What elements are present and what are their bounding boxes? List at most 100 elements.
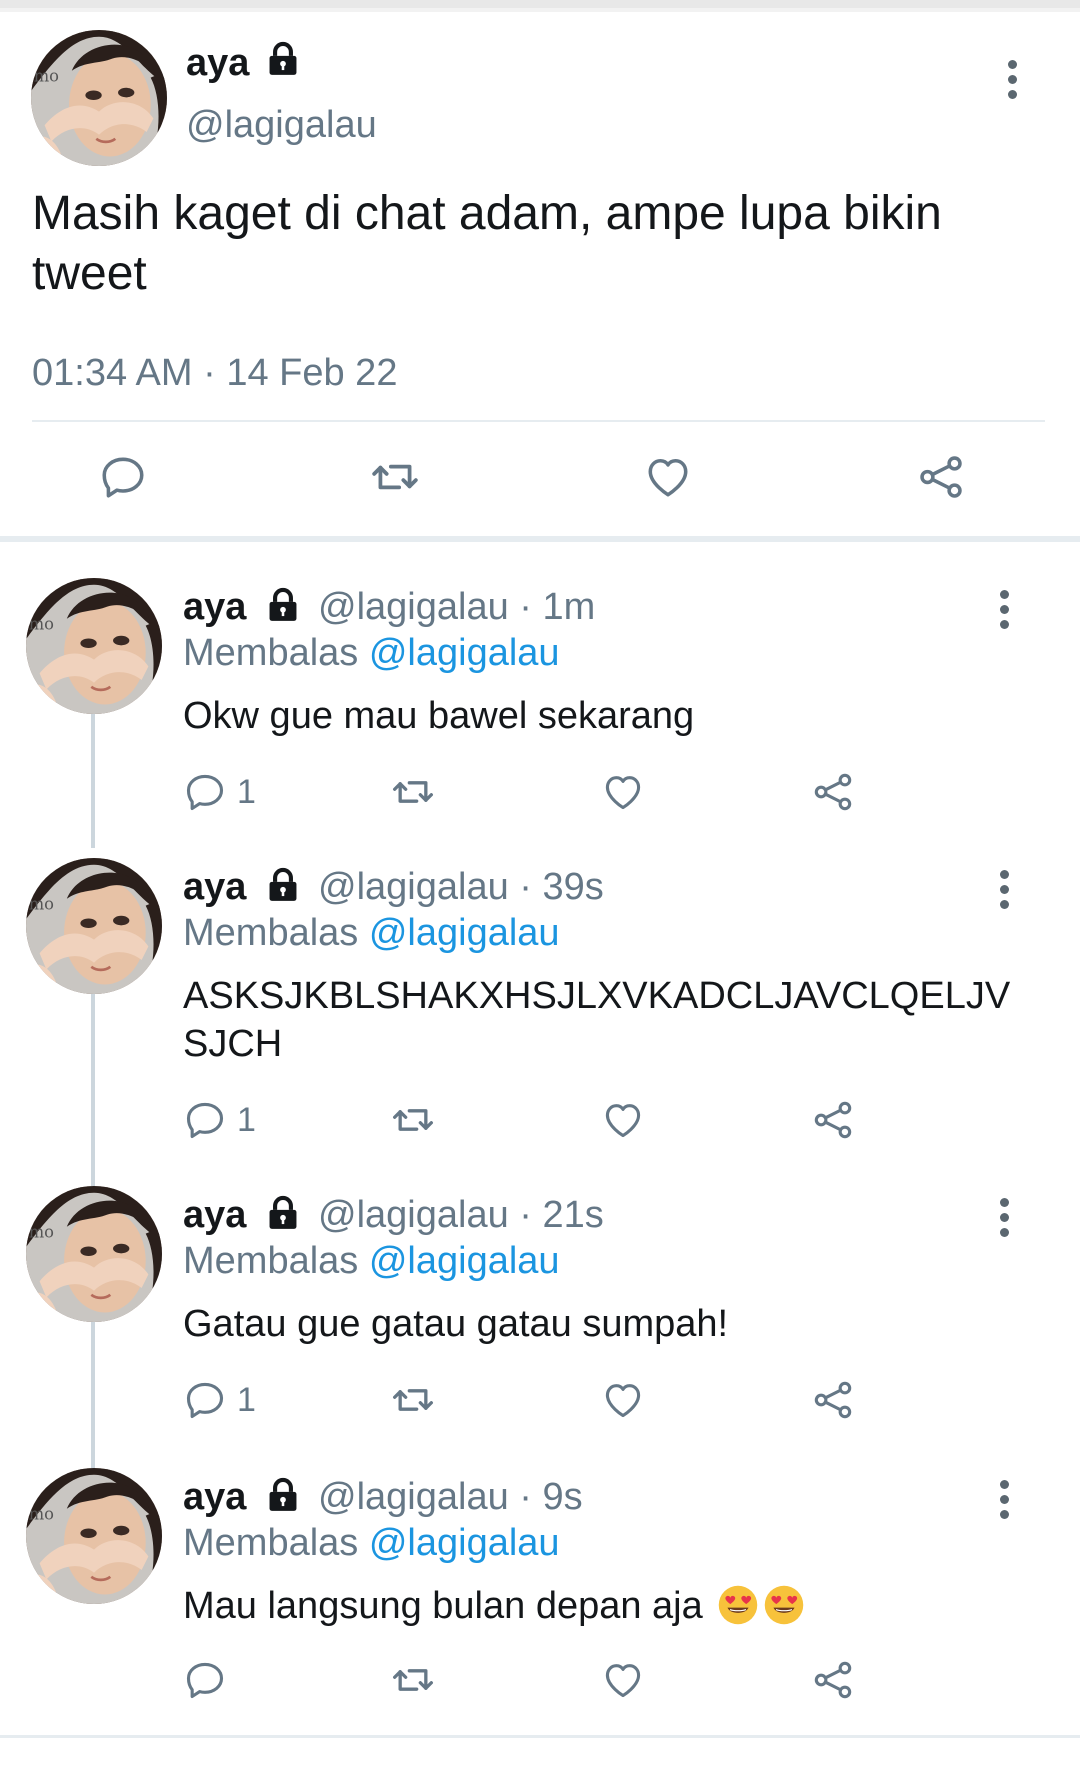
retweet-button[interactable]	[369, 452, 421, 502]
avatar[interactable]	[31, 30, 167, 166]
reply-icon	[183, 1658, 227, 1702]
author-handle-time[interactable]: @lagigalau · 1m	[318, 586, 595, 629]
tweet-text: Masih kaget di chat adam, ampe lupa biki…	[32, 187, 942, 300]
more-vertical-icon[interactable]	[998, 1480, 1010, 1520]
heart-icon	[601, 1658, 645, 1702]
replying-prefix: Membalas	[183, 1240, 359, 1282]
author-name[interactable]: aya	[183, 1476, 246, 1519]
share-button[interactable]	[811, 1378, 855, 1422]
like-button[interactable]	[601, 1098, 645, 1142]
avatar[interactable]	[26, 1186, 162, 1322]
avatar[interactable]	[26, 858, 162, 994]
replying-to: Membalas @lagigalau	[183, 1240, 560, 1283]
mention-link[interactable]: @lagigalau	[369, 1522, 560, 1564]
bottom-divider	[0, 1735, 1080, 1738]
tweet-text-container: Mau langsung bulan depan aja	[183, 1582, 1013, 1630]
author-handle-time[interactable]: @lagigalau · 9s	[318, 1476, 583, 1519]
tweet-text: Okw gue mau bawel sekarang	[183, 695, 695, 737]
retweet-icon	[390, 1098, 436, 1142]
lock-icon	[264, 39, 302, 79]
heart-eyes-emoji	[763, 1584, 805, 1626]
avatar[interactable]	[26, 578, 162, 714]
profile-photo	[26, 858, 162, 994]
divider	[32, 420, 1045, 422]
replying-to: Membalas @lagigalau	[183, 632, 560, 675]
retweet-button[interactable]	[390, 770, 436, 814]
heart-eyes-emoji	[717, 1584, 759, 1626]
reply-count: 1	[237, 1100, 256, 1139]
reply-button[interactable]: 1	[183, 1378, 256, 1422]
replying-prefix: Membalas	[183, 1522, 359, 1564]
like-button[interactable]	[642, 452, 694, 502]
more-vertical-icon[interactable]	[998, 1198, 1010, 1238]
reply-icon	[183, 1098, 227, 1142]
reply-tweet[interactable]: aya @lagigalau · 9s Membalas @lagigalau …	[0, 1468, 1080, 1716]
profile-photo	[26, 1186, 162, 1322]
like-button[interactable]	[601, 1658, 645, 1702]
retweet-button[interactable]	[390, 1658, 436, 1702]
author-name[interactable]: aya	[183, 586, 246, 629]
like-button[interactable]	[601, 770, 645, 814]
mention-link[interactable]: @lagigalau	[369, 912, 560, 954]
retweet-button[interactable]	[390, 1378, 436, 1422]
share-icon	[811, 1098, 855, 1142]
heart-icon	[601, 1098, 645, 1142]
tweet-text: Gatau gue gatau gatau sumpah!	[183, 1303, 729, 1345]
reply-button[interactable]: 1	[183, 770, 256, 814]
tweet-timestamp: 01:34 AM · 14 Feb 22	[32, 352, 398, 394]
share-icon	[811, 1658, 855, 1702]
replying-to: Membalas @lagigalau	[183, 1522, 560, 1565]
reply-icon	[98, 452, 148, 502]
lock-icon	[264, 1193, 302, 1233]
retweet-button[interactable]	[390, 1098, 436, 1142]
main-tweet: aya @lagigalau Masih kaget di chat adam,…	[0, 12, 1080, 548]
replying-prefix: Membalas	[183, 912, 359, 954]
share-icon	[811, 1378, 855, 1422]
author-name[interactable]: aya	[183, 1194, 246, 1237]
tweet-text: Mau langsung bulan depan aja	[183, 1585, 703, 1627]
reply-icon	[183, 1378, 227, 1422]
reply-button[interactable]	[183, 1658, 227, 1702]
more-vertical-icon[interactable]	[998, 590, 1010, 630]
top-border	[0, 0, 1080, 8]
heart-icon	[601, 770, 645, 814]
lock-icon	[264, 865, 302, 905]
author-handle-time[interactable]: @lagigalau · 21s	[318, 1194, 604, 1237]
reply-tweet[interactable]: aya @lagigalau · 39s Membalas @lagigalau…	[0, 858, 1080, 1158]
replying-to: Membalas @lagigalau	[183, 912, 560, 955]
section-separator	[0, 536, 1080, 542]
share-icon	[811, 770, 855, 814]
lock-icon	[264, 1475, 302, 1515]
reply-icon	[183, 770, 227, 814]
retweet-icon	[390, 770, 436, 814]
profile-photo	[26, 1468, 162, 1604]
mention-link[interactable]: @lagigalau	[369, 632, 560, 674]
retweet-icon	[390, 1378, 436, 1422]
share-button[interactable]	[915, 452, 967, 502]
like-button[interactable]	[601, 1378, 645, 1422]
more-vertical-icon[interactable]	[1006, 60, 1018, 100]
share-button[interactable]	[811, 770, 855, 814]
reply-tweet[interactable]: aya @lagigalau · 1m Membalas @lagigalau …	[0, 578, 1080, 826]
share-icon	[915, 452, 967, 502]
author-name[interactable]: aya	[186, 42, 249, 85]
replying-prefix: Membalas	[183, 632, 359, 674]
author-name[interactable]: aya	[183, 866, 246, 909]
avatar[interactable]	[26, 1468, 162, 1604]
profile-photo	[26, 578, 162, 714]
retweet-icon	[390, 1658, 436, 1702]
reply-tweet[interactable]: aya @lagigalau · 21s Membalas @lagigalau…	[0, 1186, 1080, 1434]
tweet-text: ASKSJKBLSHAKXHSJLXVKADCLJAVCLQELJVSJCH	[183, 975, 1011, 1065]
more-vertical-icon[interactable]	[998, 870, 1010, 910]
reply-count: 1	[237, 772, 256, 811]
mention-link[interactable]: @lagigalau	[369, 1240, 560, 1282]
heart-icon	[601, 1378, 645, 1422]
retweet-icon	[369, 452, 421, 502]
reply-button[interactable]	[98, 452, 148, 502]
reply-count: 1	[237, 1380, 256, 1419]
share-button[interactable]	[811, 1658, 855, 1702]
share-button[interactable]	[811, 1098, 855, 1142]
author-handle[interactable]: @lagigalau	[186, 104, 377, 147]
reply-button[interactable]: 1	[183, 1098, 256, 1142]
author-handle-time[interactable]: @lagigalau · 39s	[318, 866, 604, 909]
